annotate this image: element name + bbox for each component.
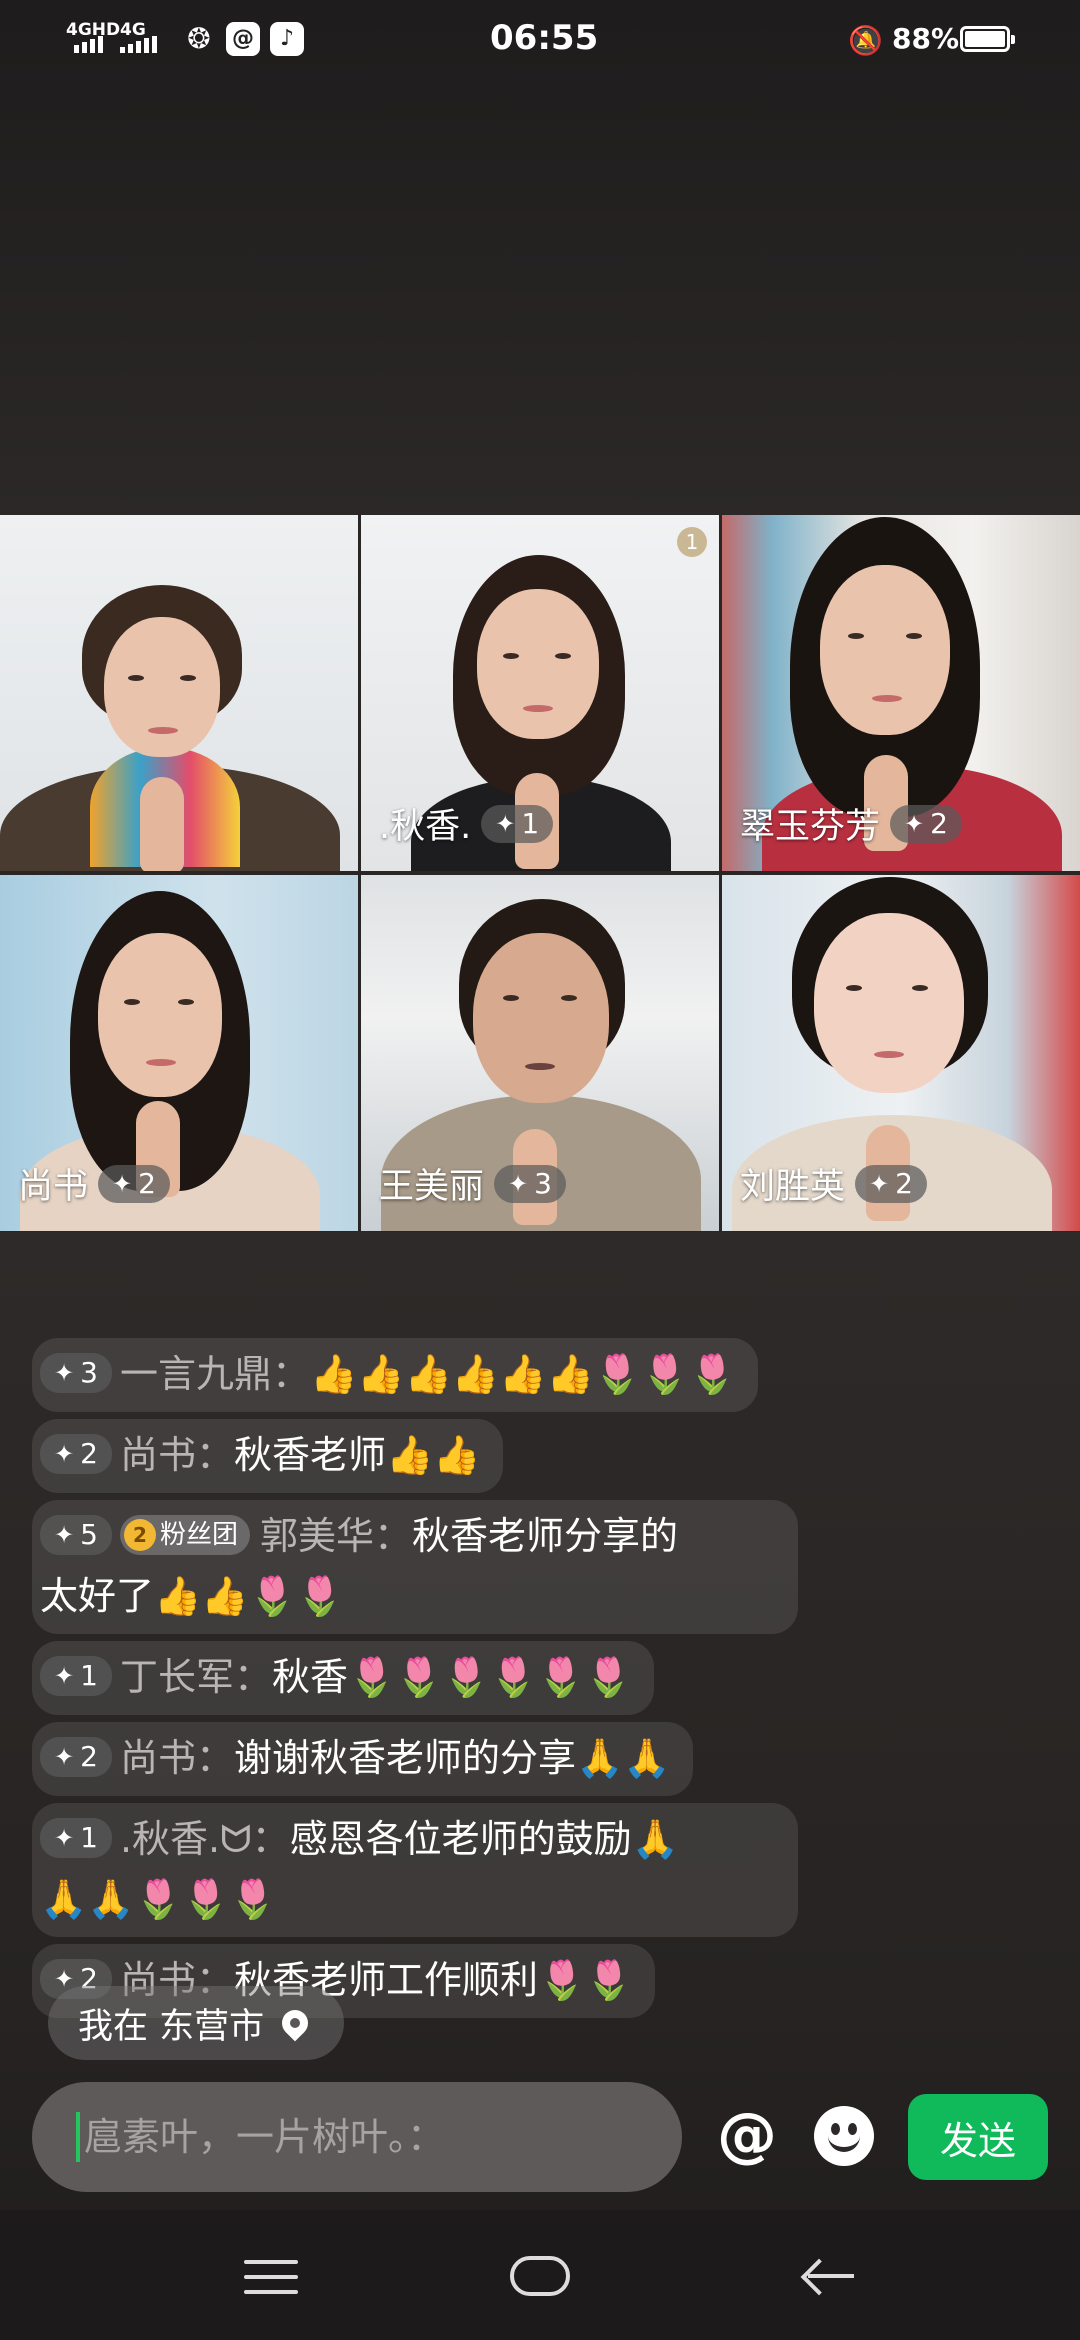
level-badge: ✦ 2 [98, 1164, 170, 1203]
status-bar: 4GHD 4G ❂ @ ♪ 06:55 🔕 88% [0, 0, 1080, 80]
app-notification-icon: @ [226, 22, 260, 56]
video-grid: 1 .秋香. ✦ 1 翠玉芬芳 ✦ 2 尚书 ✦ 2 王美丽 ✦ 3 刘胜英 ✦… [0, 515, 1080, 1231]
participant-label: 刘胜英 ✦ 2 [740, 1158, 927, 1209]
level-badge: ✦ 2 [40, 1433, 112, 1474]
sparkle-icon: ✦ [54, 1520, 75, 1549]
location-label: 我在 东营市 [78, 2006, 265, 2047]
back-arrow-icon[interactable] [800, 2256, 854, 2296]
participant-label: .秋香. ✦ 1 [379, 798, 554, 849]
text-cursor [76, 2112, 80, 2162]
comment-item[interactable]: ✦ 1 .秋香.ᗢ：感恩各位老师的鼓励🙏 🙏🙏🌷🌷🌷 [32, 1803, 798, 1937]
system-nav-bar [0, 2210, 1080, 2340]
level-badge: ✦ 2 [890, 804, 962, 843]
comment-item[interactable]: ✦ 2 尚书：谢谢秋香老师的分享🙏🙏 [32, 1722, 693, 1796]
level-badge: ✦ 2 [40, 1736, 112, 1777]
participant-video [0, 515, 358, 871]
sparkle-icon: ✦ [904, 809, 925, 838]
comment-text: 感恩各位老师的鼓励🙏 [289, 1817, 679, 1861]
level-badge: ✦ 3 [40, 1352, 112, 1393]
battery-icon [960, 26, 1015, 52]
level-value: 1 [521, 807, 540, 840]
tiktok-icon: ♪ [270, 22, 304, 56]
participant-name: 翠玉芬芳 [740, 807, 881, 847]
emoji-icon[interactable] [814, 2106, 874, 2166]
sparkle-icon: ✦ [54, 1661, 75, 1690]
comment-username[interactable]: 丁长军： [120, 1655, 272, 1699]
menu-icon[interactable] [244, 2260, 298, 2305]
level-value: 3 [534, 1167, 552, 1200]
level-badge: ✦ 2 [855, 1164, 927, 1203]
location-button[interactable]: 我在 东营市 [48, 1986, 345, 2060]
comment-username[interactable]: 郭美华： [260, 1514, 412, 1558]
comment-text: 秋香老师👍👍 [233, 1433, 481, 1477]
send-button[interactable]: 发送 [908, 2094, 1048, 2180]
comment-text-continued: 太好了👍👍🌷🌷 [40, 1574, 344, 1618]
location-pin-icon [276, 2004, 314, 2042]
level-value: 3 [80, 1355, 98, 1389]
clock: 06:55 [490, 18, 599, 58]
sparkle-icon: ✦ [54, 1358, 75, 1387]
comment-text: 👍👍👍👍👍👍🌷🌷🌷 [309, 1352, 736, 1396]
comment-username[interactable]: .秋香.ᗢ： [120, 1817, 290, 1861]
comment-text: 谢谢秋香老师的分享🙏🙏 [233, 1736, 671, 1780]
sparkle-icon: ✦ [54, 1439, 75, 1468]
level-value: 1 [80, 1658, 98, 1692]
wechat-icon: ❂ [187, 22, 211, 55]
sparkle-icon: ✦ [508, 1169, 529, 1198]
video-tile-4[interactable]: 尚书 ✦ 2 [0, 875, 358, 1231]
video-tile-5[interactable]: 王美丽 ✦ 3 [361, 875, 719, 1231]
participant-name: .秋香. [379, 807, 472, 847]
video-tile-1[interactable] [0, 515, 358, 871]
video-tile-6[interactable]: 刘胜英 ✦ 2 [722, 875, 1080, 1231]
signal-bars-icon [74, 36, 103, 53]
video-tile-2[interactable]: 1 .秋香. ✦ 1 [361, 515, 719, 871]
level-badge: ✦ 3 [494, 1164, 566, 1203]
battery-percent: 88% [892, 22, 960, 55]
sparkle-icon: ✦ [112, 1169, 133, 1198]
sparkle-icon: ✦ [869, 1169, 890, 1198]
comment-text: 秋香老师分享的 [411, 1514, 678, 1558]
star-icon: 2 [123, 1518, 156, 1551]
sparkle-icon: ✦ [495, 809, 516, 838]
participant-label: 尚书 ✦ 2 [18, 1158, 170, 1209]
comment-username[interactable]: 一言九鼎： [120, 1352, 310, 1396]
rank-badge: 1 [677, 527, 707, 557]
fan-club-label: 粉丝团 [159, 1519, 238, 1550]
participant-name: 王美丽 [379, 1167, 485, 1207]
level-value: 5 [80, 1517, 98, 1551]
comment-text: 秋香🌷🌷🌷🌷🌷🌷 [271, 1655, 632, 1699]
sparkle-icon: ✦ [54, 1823, 75, 1852]
mention-at-button[interactable]: @ [712, 2100, 782, 2170]
level-value: 2 [930, 807, 948, 840]
home-icon[interactable] [510, 2256, 570, 2296]
comment-item[interactable]: ✦ 2 尚书：秋香老师👍👍 [32, 1419, 503, 1493]
comment-item[interactable]: ✦ 1 丁长军：秋香🌷🌷🌷🌷🌷🌷 [32, 1641, 654, 1715]
level-badge: ✦ 1 [40, 1817, 112, 1858]
participant-name: 尚书 [18, 1167, 89, 1207]
level-value: 2 [895, 1167, 913, 1200]
level-badge: ✦ 1 [481, 804, 554, 843]
comment-username[interactable]: 尚书： [120, 1433, 234, 1477]
level-value: 2 [80, 1739, 98, 1773]
level-value: 2 [80, 1436, 98, 1470]
participant-name: 刘胜英 [740, 1167, 846, 1207]
comment-username[interactable]: 尚书： [120, 1736, 234, 1780]
level-badge: ✦ 1 [40, 1655, 112, 1696]
participant-label: 翠玉芬芳 ✦ 2 [740, 798, 962, 849]
sparkle-icon: ✦ [54, 1742, 75, 1771]
comment-text-continued: 🙏🙏🌷🌷🌷 [40, 1877, 277, 1921]
comment-input[interactable] [82, 2114, 646, 2160]
level-badge: ✦ 5 [40, 1514, 112, 1555]
signal-bars-2-icon [120, 36, 157, 53]
level-value: 2 [138, 1167, 156, 1200]
comment-list: ✦ 3 一言九鼎：👍👍👍👍👍👍🌷🌷🌷 ✦ 2 尚书：秋香老师👍👍 ✦ 5 2 粉丝团 郭美华：秋… [32, 1338, 812, 2025]
video-tile-3[interactable]: 翠玉芬芳 ✦ 2 [722, 515, 1080, 871]
level-value: 1 [80, 1820, 98, 1854]
comment-item[interactable]: ✦ 3 一言九鼎：👍👍👍👍👍👍🌷🌷🌷 [32, 1338, 758, 1412]
comment-input-box[interactable] [32, 2082, 682, 2192]
participant-label: 王美丽 ✦ 3 [379, 1158, 566, 1209]
mute-bell-icon: 🔕 [848, 24, 883, 57]
fan-club-badge: 2 粉丝团 [119, 1514, 250, 1555]
comment-item[interactable]: ✦ 5 2 粉丝团 郭美华：秋香老师分享的 太好了👍👍🌷🌷 [32, 1500, 798, 1634]
